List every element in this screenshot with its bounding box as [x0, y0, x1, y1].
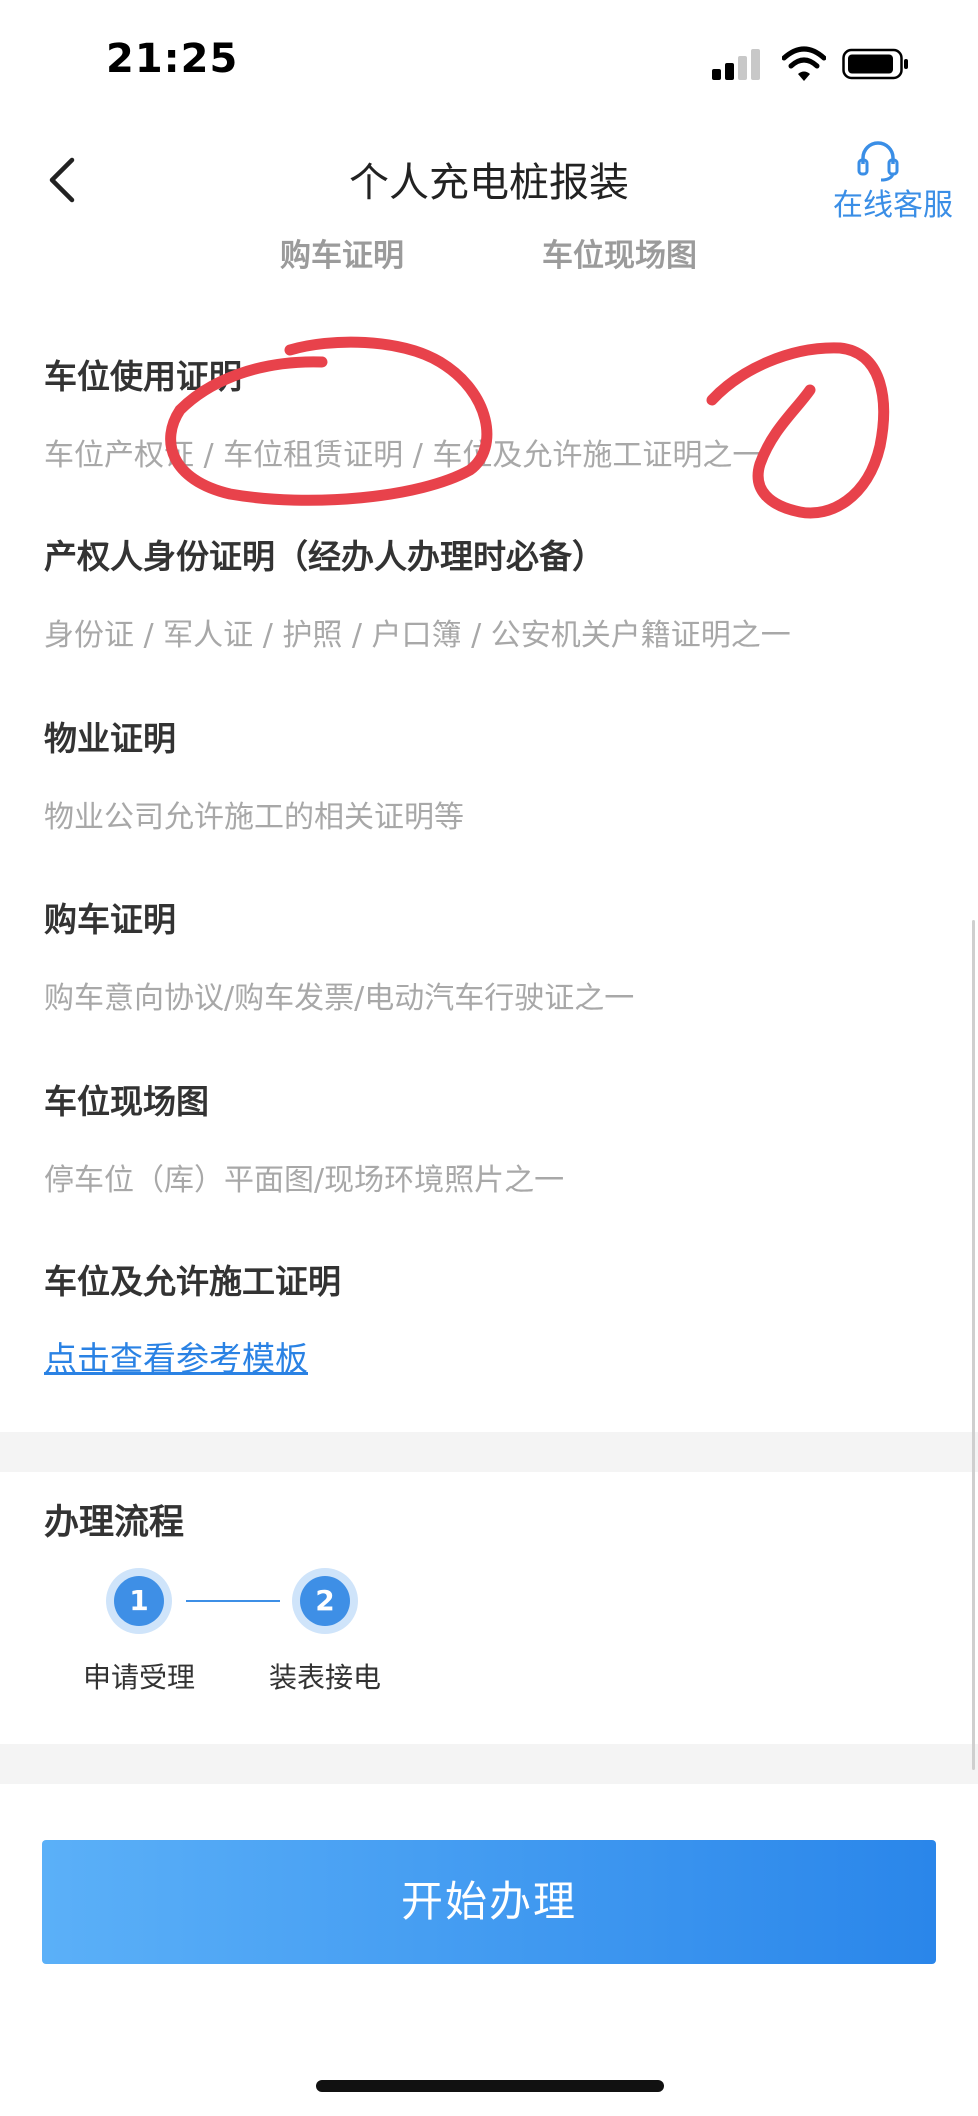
tab-purchase-proof[interactable]: 购车证明	[280, 230, 404, 275]
scroll-indicator	[972, 920, 975, 1770]
process-title: 办理流程	[44, 1503, 185, 1543]
view-template-link[interactable]: 点击查看参考模板	[44, 1332, 308, 1380]
section-title-purchase-proof: 购车证明	[44, 900, 176, 939]
step-2-label: 装表接电	[268, 1661, 381, 1694]
step-2-number: 2	[300, 1576, 350, 1626]
section-title-parking-usage: 车位使用证明	[44, 357, 242, 396]
status-bar: 21:25	[0, 0, 978, 130]
home-indicator	[316, 2080, 664, 2092]
online-service-button[interactable]: 在线客服	[808, 130, 978, 230]
status-time: 21:25	[106, 36, 239, 82]
step-1-label: 申请受理	[82, 1661, 195, 1694]
hand-drawn-annotations	[165, 336, 890, 519]
cellular-signal-icon	[712, 48, 764, 80]
step-1-number: 1	[114, 1576, 164, 1626]
section-desc-property-proof: 物业公司允许施工的相关证明等	[44, 800, 464, 835]
navigation-bar: 个人充电桩报装 在线客服	[0, 130, 978, 230]
online-service-label: 在线客服	[833, 188, 953, 223]
headset-icon	[857, 141, 899, 182]
wifi-icon	[782, 46, 826, 81]
section-title-property-proof: 物业证明	[44, 719, 176, 758]
section-title-site-photo: 车位现场图	[44, 1082, 209, 1121]
step-1-indicator: 1	[106, 1568, 172, 1634]
section-title-construction-permit: 车位及允许施工证明	[44, 1262, 341, 1301]
section-title-owner-identity: 产权人身份证明（经办人办理时必备）	[44, 537, 605, 576]
section-desc-owner-identity: 身份证 / 军人证 / 护照 / 户口簿 / 公安机关户籍证明之一	[44, 618, 791, 653]
tab-strip: 购车证明 车位现场图	[0, 230, 978, 290]
tab-parking-site-photo[interactable]: 车位现场图	[542, 230, 697, 275]
section-desc-purchase-proof: 购车意向协议/购车发票/电动汽车行驶证之一	[44, 981, 635, 1016]
section-divider-bottom	[0, 1744, 978, 1784]
step-connector	[186, 1600, 280, 1602]
step-2-indicator: 2	[292, 1568, 358, 1634]
battery-icon	[842, 48, 908, 80]
start-application-button[interactable]: 开始办理	[42, 1840, 936, 1964]
section-desc-site-photo: 停车位（库）平面图/现场环境照片之一	[44, 1163, 565, 1198]
section-divider	[0, 1432, 978, 1472]
section-desc-parking-usage: 车位产权证 / 车位租赁证明 / 车位及允许施工证明之一	[44, 438, 763, 473]
